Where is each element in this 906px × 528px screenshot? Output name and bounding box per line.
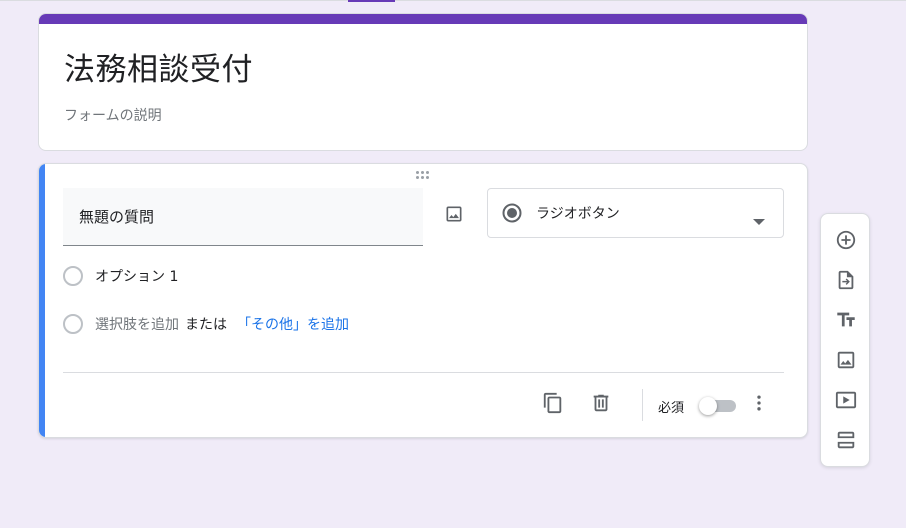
trash-icon xyxy=(593,394,609,412)
image-icon xyxy=(837,351,855,369)
top-divider xyxy=(0,0,906,1)
import-icon xyxy=(838,270,854,290)
option-row[interactable]: オプション 1 xyxy=(63,266,178,286)
add-image-button[interactable] xyxy=(833,347,859,373)
active-tab-indicator xyxy=(348,0,395,2)
question-type-select[interactable]: ラジオボタン xyxy=(487,188,784,238)
required-toggle[interactable] xyxy=(699,397,736,415)
radio-unchecked-icon xyxy=(63,314,83,334)
form-title[interactable]: 法務相談受付 xyxy=(64,44,253,89)
question-card[interactable]: 無題の質問 ラジオボタン オプション 1 選択肢を追加 または 「その他」を追加 xyxy=(38,163,808,438)
active-question-accent xyxy=(39,164,45,437)
or-text: または xyxy=(185,317,227,333)
add-option-button[interactable]: 選択肢を追加 xyxy=(95,314,179,334)
more-vert-icon xyxy=(757,395,761,411)
image-icon xyxy=(446,206,462,222)
duplicate-button[interactable] xyxy=(540,390,566,416)
title-icon xyxy=(837,312,855,327)
add-title-button[interactable] xyxy=(833,307,859,333)
add-section-button[interactable] xyxy=(833,427,859,453)
video-icon xyxy=(835,391,857,409)
copy-icon xyxy=(543,392,562,414)
form-title-card[interactable]: 法務相談受付 フォームの説明 xyxy=(38,13,808,151)
add-option-row: 選択肢を追加 または 「その他」を追加 xyxy=(63,314,349,334)
import-questions-button[interactable] xyxy=(833,267,859,293)
question-type-label: ラジオボタン xyxy=(536,206,620,222)
add-other-link[interactable]: 「その他」を追加 xyxy=(237,314,349,334)
drag-handle-icon[interactable] xyxy=(416,171,432,181)
question-title-input[interactable]: 無題の質問 xyxy=(63,188,423,246)
radio-checked-icon xyxy=(502,203,522,223)
title-card-accent xyxy=(39,14,807,24)
add-question-button[interactable] xyxy=(833,227,859,253)
footer-separator xyxy=(642,389,643,421)
required-label: 必須 xyxy=(658,401,685,416)
delete-button[interactable] xyxy=(588,390,614,416)
footer-divider xyxy=(63,372,784,373)
more-options-button[interactable] xyxy=(746,390,772,416)
toggle-thumb xyxy=(699,397,717,415)
form-description-input[interactable]: フォームの説明 xyxy=(64,105,162,125)
add-video-button[interactable] xyxy=(833,387,859,413)
arrow-drop-down-icon xyxy=(753,210,765,229)
question-title-text: 無題の質問 xyxy=(79,208,155,226)
add-image-button[interactable] xyxy=(441,201,467,227)
add-circle-icon xyxy=(836,230,856,250)
option-label[interactable]: オプション 1 xyxy=(95,266,178,286)
section-icon xyxy=(837,431,855,449)
side-toolbar xyxy=(820,213,870,467)
radio-unchecked-icon xyxy=(63,266,83,286)
